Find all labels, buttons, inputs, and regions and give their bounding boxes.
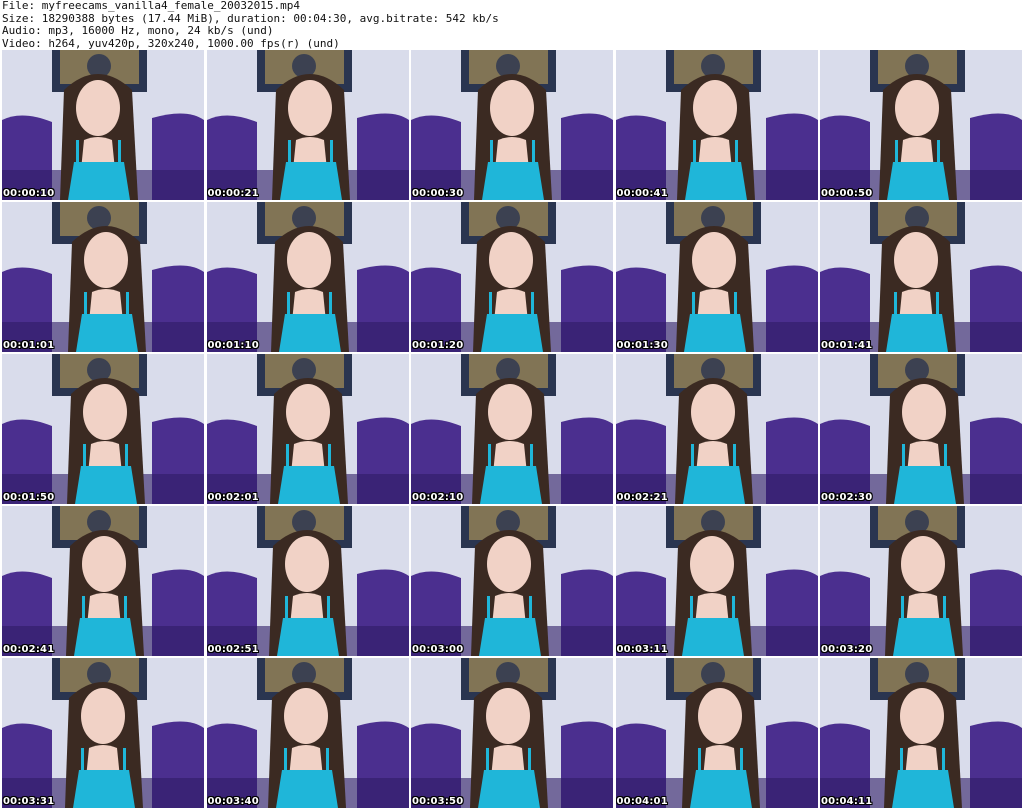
thumbnail-timestamp: 00:00:41 bbox=[616, 188, 668, 199]
thumbnail-timestamp: 00:00:50 bbox=[821, 188, 873, 199]
video-thumbnail: 00:00:41 bbox=[615, 50, 818, 200]
thumbnail-timestamp: 00:02:30 bbox=[821, 492, 873, 503]
thumbnail-timestamp: 00:03:31 bbox=[3, 796, 55, 807]
webcam-frame-image bbox=[820, 50, 1022, 200]
video-thumbnail: 00:00:50 bbox=[820, 50, 1022, 200]
thumbnail-timestamp: 00:03:00 bbox=[412, 644, 464, 655]
webcam-frame-image bbox=[2, 202, 204, 352]
thumbnail-timestamp: 00:00:21 bbox=[207, 188, 259, 199]
thumbnail-timestamp: 00:01:30 bbox=[616, 340, 668, 351]
webcam-frame-image bbox=[206, 658, 409, 808]
video-thumbnail: 00:01:01 bbox=[2, 202, 204, 352]
thumbnail-timestamp: 00:01:41 bbox=[821, 340, 873, 351]
thumbnail-timestamp: 00:02:51 bbox=[207, 644, 259, 655]
thumbnail-timestamp: 00:02:10 bbox=[412, 492, 464, 503]
video-thumbnail: 00:01:41 bbox=[820, 202, 1022, 352]
webcam-frame-image bbox=[206, 506, 409, 656]
webcam-frame-image bbox=[820, 506, 1022, 656]
video-thumbnail: 00:02:41 bbox=[2, 506, 204, 656]
video-thumbnail: 00:02:30 bbox=[820, 354, 1022, 504]
thumbnail-timestamp: 00:04:11 bbox=[821, 796, 873, 807]
webcam-frame-image bbox=[820, 202, 1022, 352]
thumbnail-timestamp: 00:01:20 bbox=[412, 340, 464, 351]
video-thumbnail: 00:02:10 bbox=[411, 354, 613, 504]
webcam-frame-image bbox=[2, 50, 204, 200]
webcam-frame-image bbox=[2, 354, 204, 504]
video-thumbnail: 00:01:30 bbox=[615, 202, 818, 352]
thumbnail-timestamp: 00:01:50 bbox=[3, 492, 55, 503]
webcam-frame-image bbox=[206, 354, 409, 504]
webcam-frame-image bbox=[2, 658, 204, 808]
webcam-frame-image bbox=[411, 658, 613, 808]
video-thumbnail: 00:00:30 bbox=[411, 50, 613, 200]
webcam-frame-image bbox=[206, 202, 409, 352]
thumbnail-timestamp: 00:02:21 bbox=[616, 492, 668, 503]
video-thumbnail: 00:01:20 bbox=[411, 202, 613, 352]
video-thumbnail: 00:01:50 bbox=[2, 354, 204, 504]
webcam-frame-image bbox=[820, 658, 1022, 808]
video-thumbnail: 00:00:10 bbox=[2, 50, 204, 200]
thumbnail-timestamp: 00:03:20 bbox=[821, 644, 873, 655]
video-thumbnail: 00:02:51 bbox=[206, 506, 409, 656]
webcam-frame-image bbox=[615, 658, 818, 808]
video-thumbnail: 00:03:11 bbox=[615, 506, 818, 656]
thumbnail-timestamp: 00:04:01 bbox=[616, 796, 668, 807]
video-thumbnail: 00:00:21 bbox=[206, 50, 409, 200]
webcam-frame-image bbox=[411, 506, 613, 656]
thumbnail-timestamp: 00:02:41 bbox=[3, 644, 55, 655]
thumbnail-timestamp: 00:00:30 bbox=[412, 188, 464, 199]
video-thumbnail: 00:03:40 bbox=[206, 658, 409, 808]
thumbnail-timestamp: 00:01:01 bbox=[3, 340, 55, 351]
webcam-frame-image bbox=[820, 354, 1022, 504]
thumbnail-timestamp: 00:00:10 bbox=[3, 188, 55, 199]
video-thumbnail: 00:03:31 bbox=[2, 658, 204, 808]
thumbnail-timestamp: 00:03:50 bbox=[412, 796, 464, 807]
webcam-frame-image bbox=[411, 354, 613, 504]
webcam-frame-image bbox=[615, 50, 818, 200]
thumbnail-grid: 00:00:10 00:00:21 00:00:30 00:00:41 00:00:50… bbox=[2, 50, 1023, 811]
file-name-line: File: myfreecams_vanilla4_female_2003201… bbox=[2, 0, 301, 12]
webcam-frame-image bbox=[615, 354, 818, 504]
thumbnail-timestamp: 00:02:01 bbox=[207, 492, 259, 503]
video-thumbnail: 00:03:20 bbox=[820, 506, 1022, 656]
thumbnail-timestamp: 00:03:11 bbox=[616, 644, 668, 655]
video-thumbnail: 00:04:11 bbox=[820, 658, 1022, 808]
video-info-line: Video: h264, yuv420p, 320x240, 1000.00 f… bbox=[2, 36, 340, 50]
video-thumbnail: 00:02:01 bbox=[206, 354, 409, 504]
webcam-frame-image bbox=[2, 506, 204, 656]
video-thumbnail: 00:03:00 bbox=[411, 506, 613, 656]
thumbnail-timestamp: 00:01:10 bbox=[207, 340, 259, 351]
video-thumbnail: 00:01:10 bbox=[206, 202, 409, 352]
webcam-frame-image bbox=[411, 202, 613, 352]
video-info-header: File: myfreecams_vanilla4_female_2003201… bbox=[0, 0, 1024, 50]
webcam-frame-image bbox=[206, 50, 409, 200]
webcam-frame-image bbox=[615, 506, 818, 656]
webcam-frame-image bbox=[615, 202, 818, 352]
video-thumbnail: 00:04:01 bbox=[615, 658, 818, 808]
thumbnail-timestamp: 00:03:40 bbox=[207, 796, 259, 807]
webcam-frame-image bbox=[411, 50, 613, 200]
audio-info-line: Audio: mp3, 16000 Hz, mono, 24 kb/s (und… bbox=[2, 24, 274, 37]
video-thumbnail: 00:02:21 bbox=[615, 354, 818, 504]
video-thumbnail: 00:03:50 bbox=[411, 658, 613, 808]
